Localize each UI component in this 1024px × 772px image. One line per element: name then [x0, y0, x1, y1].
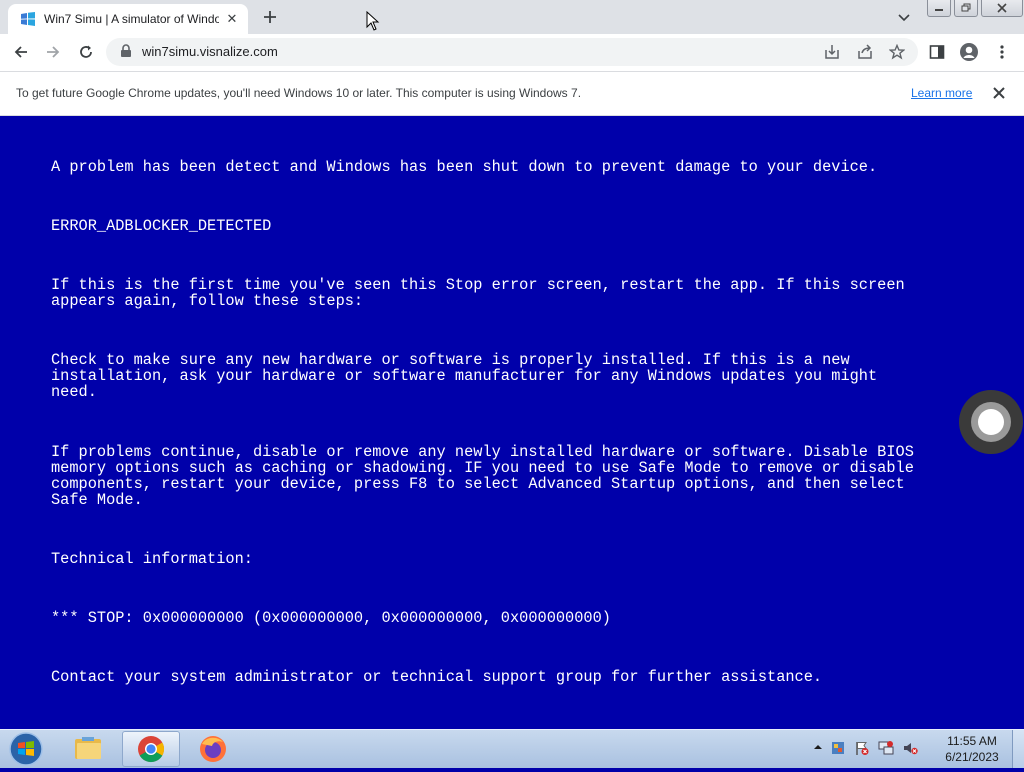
network-icon — [878, 741, 894, 755]
install-app-button[interactable] — [820, 40, 844, 64]
new-tab-button[interactable] — [258, 6, 282, 28]
side-panel-button[interactable] — [925, 40, 949, 64]
security-tray-icon[interactable] — [854, 740, 870, 761]
tab-strip: Win7 Simu | A simulator of Windows 7 ✕ — [0, 0, 1024, 34]
maximize-button[interactable] — [954, 0, 978, 17]
action-center-tray-icon[interactable] — [830, 740, 846, 761]
chevron-down-icon — [898, 14, 910, 22]
forward-arrow-icon — [47, 46, 60, 58]
tab-search-button[interactable] — [893, 8, 915, 28]
bsod-problems: If problems continue, disable or remove … — [51, 443, 914, 509]
bsod-first-time: If this is the first time you've seen th… — [51, 276, 905, 310]
star-icon — [889, 44, 905, 60]
avatar-icon — [960, 43, 978, 61]
system-clock[interactable]: 11:55 AM 6/21/2023 — [940, 733, 1004, 765]
plus-icon — [264, 11, 276, 23]
firefox-icon — [200, 736, 226, 762]
bookmark-button[interactable] — [885, 40, 909, 64]
show-hidden-icons-button[interactable] — [814, 740, 822, 761]
browser-tab[interactable]: Win7 Simu | A simulator of Windows 7 ✕ — [8, 4, 248, 34]
install-icon — [825, 45, 839, 59]
forward-button[interactable] — [41, 40, 65, 64]
window-controls — [927, 0, 1024, 18]
start-button[interactable] — [6, 731, 46, 767]
clock-time: 11:55 AM — [947, 734, 997, 748]
share-icon — [858, 44, 872, 59]
network-tray-icon[interactable] — [878, 740, 894, 761]
chrome-icon — [138, 736, 165, 763]
tray-up-arrow-icon — [814, 745, 822, 749]
speaker-muted-icon — [904, 743, 918, 755]
taskbar-explorer-button[interactable] — [60, 731, 118, 767]
taskbar: 11:55 AM 6/21/2023 — [0, 729, 1024, 768]
chrome-menu-button[interactable] — [990, 40, 1014, 64]
restore-icon — [961, 3, 971, 12]
assistive-touch-button[interactable] — [959, 390, 1023, 454]
show-desktop-button[interactable] — [1012, 730, 1024, 768]
share-button[interactable] — [853, 40, 877, 64]
minimize-button[interactable] — [927, 0, 951, 17]
learn-more-link[interactable]: Learn more — [911, 86, 972, 100]
taskbar-firefox-button[interactable] — [184, 731, 242, 767]
bsod-check: Check to make sure any new hardware or s… — [51, 351, 878, 401]
infobar-close-icon[interactable] — [990, 84, 1008, 102]
infobar-message: To get future Google Chrome updates, you… — [16, 86, 582, 100]
lock-icon — [121, 44, 131, 57]
tab-title: Win7 Simu | A simulator of Windows 7 — [44, 12, 219, 26]
address-bar[interactable]: win7simu.visnalize.com — [106, 38, 918, 66]
reload-icon — [80, 45, 92, 58]
flag-icon — [832, 742, 844, 754]
assistive-touch-icon — [971, 402, 1011, 442]
browser-toolbar: win7simu.visnalize.com — [0, 34, 1024, 71]
back-button[interactable] — [9, 40, 33, 64]
bsod-stop-code: *** STOP: 0x000000000 (0x000000000, 0x00… — [51, 609, 611, 627]
bsod-contact: Contact your system administrator or tec… — [51, 668, 823, 686]
minimize-icon — [935, 9, 943, 11]
bsod-screen: A problem has been detect and Windows ha… — [0, 116, 1024, 729]
bsod-intro: A problem has been detect and Windows ha… — [51, 158, 878, 176]
volume-tray-icon[interactable] — [902, 740, 918, 761]
side-panel-icon — [929, 45, 945, 59]
bsod-error-code: ERROR_ADBLOCKER_DETECTED — [51, 217, 272, 235]
close-icon — [997, 3, 1007, 13]
close-window-button[interactable] — [981, 0, 1023, 17]
bsod-tech-info: Technical information: — [51, 550, 253, 568]
clock-date: 6/21/2023 — [945, 750, 999, 764]
flag-warning-icon — [856, 742, 869, 755]
url-text: win7simu.visnalize.com — [142, 44, 278, 59]
tab-close-icon[interactable]: ✕ — [224, 11, 240, 27]
mouse-cursor-icon — [366, 11, 380, 31]
reload-button[interactable] — [74, 40, 98, 64]
update-infobar: To get future Google Chrome updates, you… — [0, 71, 1024, 116]
system-tray — [814, 740, 926, 761]
windows-orb-icon — [9, 732, 43, 766]
back-arrow-icon — [14, 46, 27, 58]
taskbar-chrome-button[interactable] — [122, 731, 180, 767]
win7-favicon-icon — [21, 12, 35, 26]
more-vert-icon — [1000, 45, 1004, 59]
profile-button[interactable] — [957, 40, 981, 64]
explorer-icon — [75, 737, 101, 759]
